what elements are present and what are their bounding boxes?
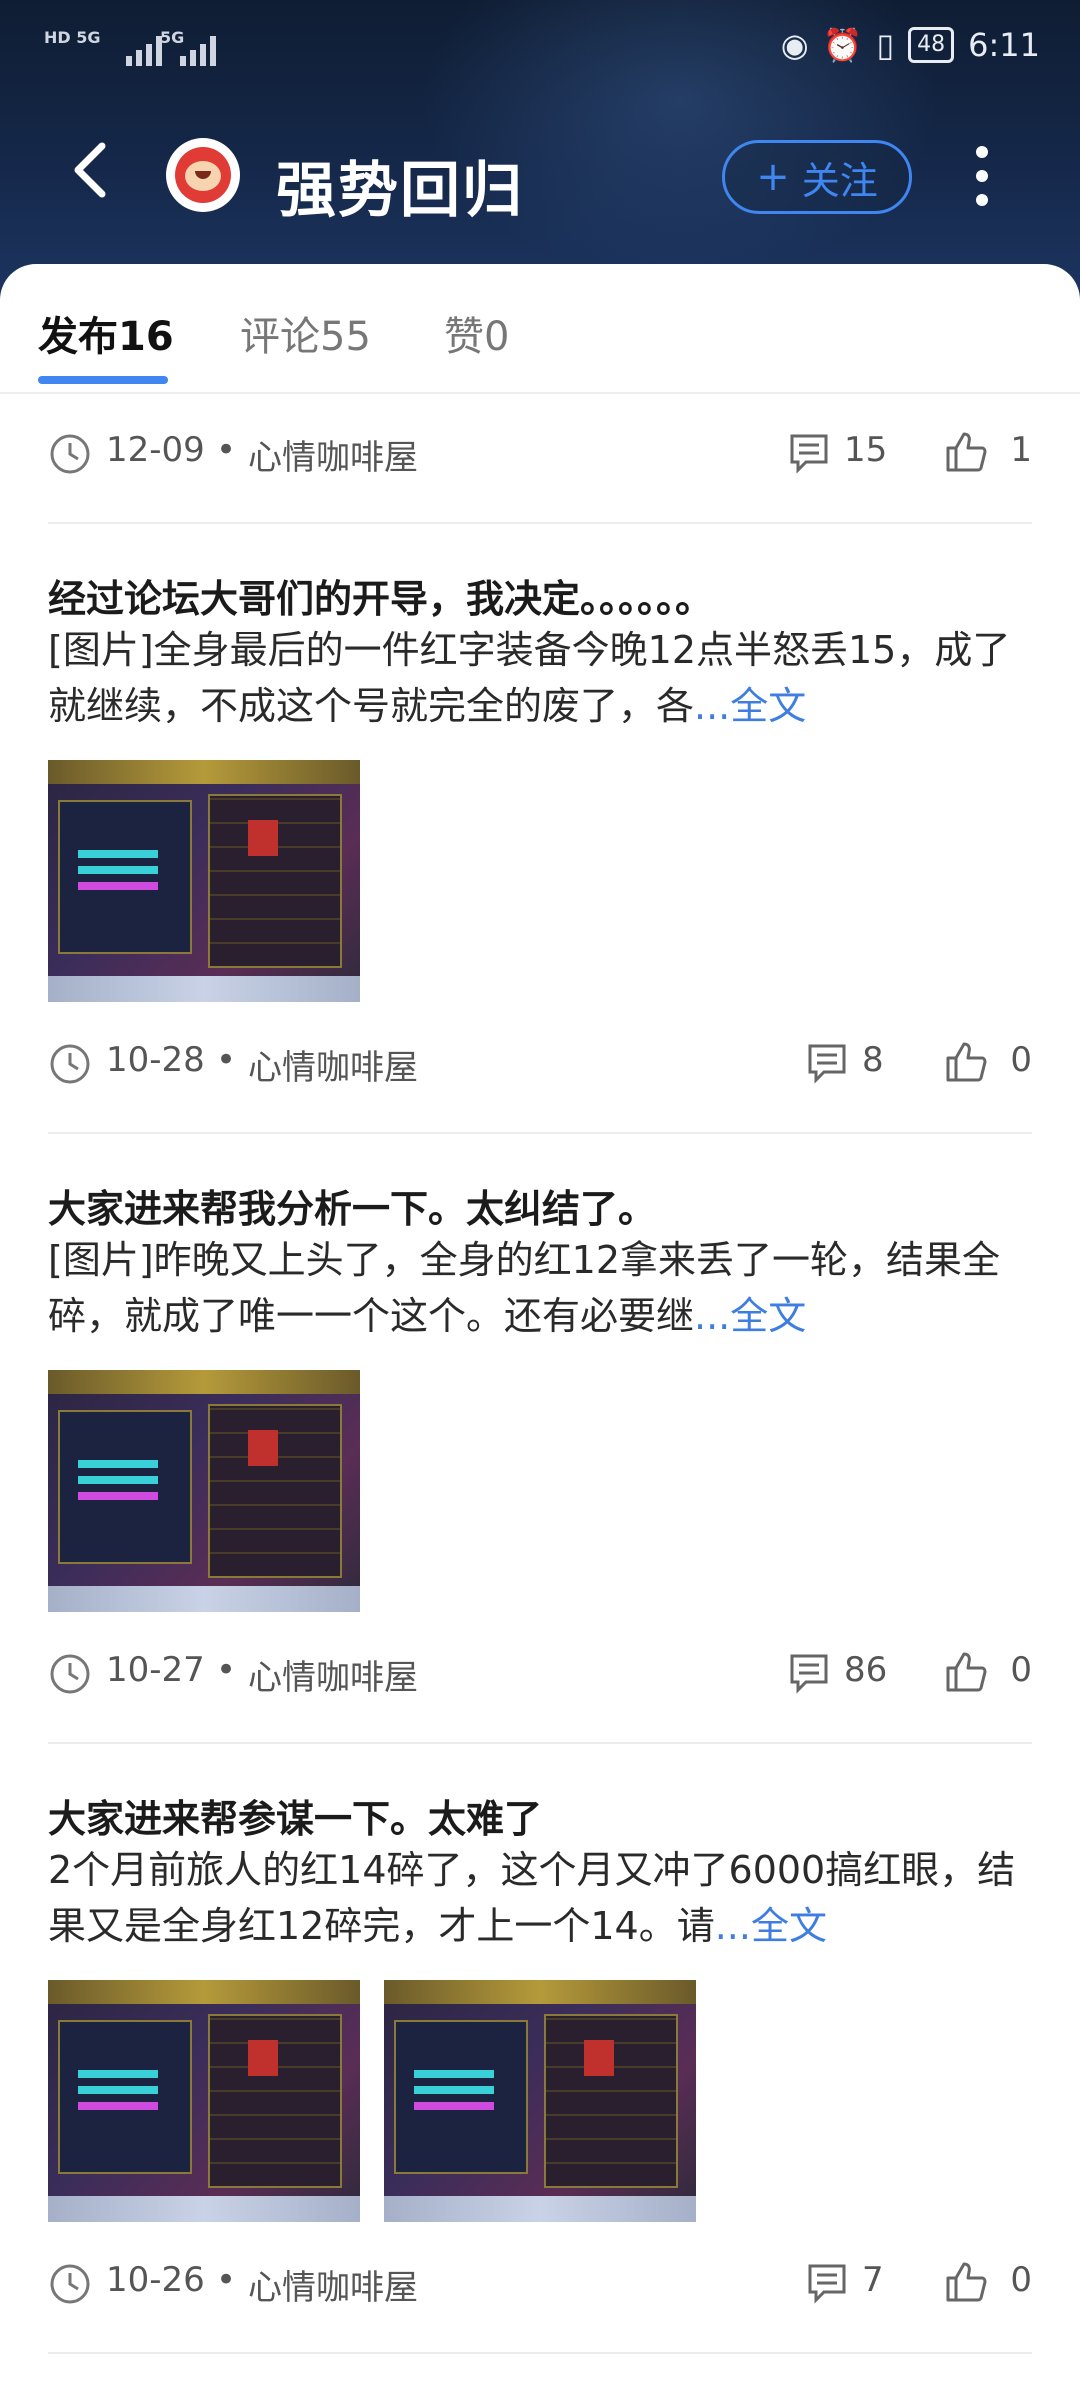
clock-icon xyxy=(50,1654,90,1694)
thumbs-up-icon[interactable] xyxy=(944,1040,988,1084)
read-more-link[interactable]: ...全文 xyxy=(694,684,806,728)
post-excerpt: [图片]昨晚又上头了，全身的红12拿来丢了一轮，结果全碎，就成了唯一一个这个。还… xyxy=(48,1238,1001,1338)
status-bar: HD 5G 5G ◉ ⏰ ▯ 48 6:11 xyxy=(0,0,1080,96)
forum-name[interactable]: 心情咖啡屋 xyxy=(248,1650,418,1699)
avatar-face-icon xyxy=(175,147,231,203)
post-body[interactable]: [图片]全身最后的一件红字装备今晚12点半怒丢15，成了就继续，不成这个号就完全… xyxy=(48,622,1038,734)
tab-comments[interactable]: 评论55 xyxy=(240,304,371,362)
post-excerpt: 2个月前旅人的红14碎了，这个月又冲了6000搞红眼，结果又是全身红12碎完，才… xyxy=(48,1848,1016,1948)
tab-indicator xyxy=(38,376,168,384)
eye-icon: ◉ xyxy=(780,26,809,64)
separator-dot: • xyxy=(216,430,237,470)
post-meta: 10-26 • 心情咖啡屋 7 0 xyxy=(48,2252,1032,2312)
comment-count: 8 xyxy=(862,1040,884,1080)
post-meta: 10-27 • 心情咖啡屋 86 0 xyxy=(48,1642,1032,1702)
post-date: 10-26 xyxy=(106,2260,205,2300)
post-image[interactable] xyxy=(48,1980,360,2222)
signal-bars-1-icon xyxy=(126,30,162,66)
clock-icon xyxy=(50,2264,90,2304)
avatar[interactable] xyxy=(166,138,240,212)
divider xyxy=(48,1742,1032,1744)
post-date: 12-09 xyxy=(106,430,205,470)
comment-icon[interactable] xyxy=(788,1652,830,1694)
post-image[interactable] xyxy=(384,1980,696,2222)
vibrate-icon: ▯ xyxy=(876,26,895,64)
profile-header: HD 5G 5G ◉ ⏰ ▯ 48 6:11 强势回归 + 关注 xyxy=(0,0,1080,300)
comment-count: 86 xyxy=(844,1650,888,1690)
plus-icon: + xyxy=(756,154,790,200)
thumbs-up-icon[interactable] xyxy=(944,1650,988,1694)
post-image[interactable] xyxy=(48,1370,360,1612)
post-body[interactable]: [图片]昨晚又上头了，全身的红12拿来丢了一轮，结果全碎，就成了唯一一个这个。还… xyxy=(48,1232,1038,1344)
separator-dot: • xyxy=(216,2260,237,2300)
forum-name[interactable]: 心情咖啡屋 xyxy=(248,430,418,479)
post-meta: 12-09 • 心情咖啡屋 15 1 xyxy=(48,422,1032,482)
post-title[interactable]: 大家进来帮参谋一下。太难了 xyxy=(48,1788,1038,1843)
like-count: 0 xyxy=(1010,2260,1032,2300)
post-meta: 10-28 • 心情咖啡屋 8 0 xyxy=(48,1032,1032,1092)
comment-icon[interactable] xyxy=(806,1042,848,1084)
comment-count: 7 xyxy=(862,2260,884,2300)
clock-icon xyxy=(50,1044,90,1084)
follow-label: 关注 xyxy=(801,158,878,203)
like-count: 0 xyxy=(1010,1040,1032,1080)
tab-likes[interactable]: 赞0 xyxy=(444,304,509,362)
post-image[interactable] xyxy=(48,760,360,1002)
alarm-icon: ⏰ xyxy=(822,26,863,64)
follow-button[interactable]: + 关注 xyxy=(722,140,912,214)
divider xyxy=(48,2352,1032,2354)
divider xyxy=(48,522,1032,524)
more-menu-icon[interactable] xyxy=(976,146,990,206)
status-right: ◉ ⏰ ▯ 48 6:11 xyxy=(781,26,1040,64)
forum-name[interactable]: 心情咖啡屋 xyxy=(248,1040,418,1089)
post-date: 10-27 xyxy=(106,1650,205,1690)
clock-icon xyxy=(50,434,90,474)
post-body[interactable]: 2个月前旅人的红14碎了，这个月又冲了6000搞红眼，结果又是全身红12碎完，才… xyxy=(48,1842,1038,1954)
page-title: 强势回归 xyxy=(276,156,524,226)
post-title[interactable]: 经过论坛大哥们的开导，我决定。。。。。。 xyxy=(48,568,1038,623)
read-more-link[interactable]: ...全文 xyxy=(715,1904,827,1948)
read-more-link[interactable]: ...全文 xyxy=(694,1294,806,1338)
comment-icon[interactable] xyxy=(806,2262,848,2304)
tab-bar: 发布16 评论55 赞0 xyxy=(0,264,1080,394)
post-excerpt: [图片]全身最后的一件红字装备今晚12点半怒丢15，成了就继续，不成这个号就完全… xyxy=(48,628,1011,728)
post-title[interactable]: 大家进来帮我分析一下。太纠结了。 xyxy=(48,1178,1038,1233)
divider xyxy=(48,1132,1032,1134)
post-date: 10-28 xyxy=(106,1040,205,1080)
separator-dot: • xyxy=(216,1650,237,1690)
forum-name[interactable]: 心情咖啡屋 xyxy=(248,2260,418,2309)
signal-label-1: HD 5G xyxy=(44,28,101,47)
comment-icon[interactable] xyxy=(788,432,830,474)
battery-icon: 48 xyxy=(908,27,955,63)
like-count: 1 xyxy=(1010,430,1032,470)
thumbs-up-icon[interactable] xyxy=(944,430,988,474)
comment-count: 15 xyxy=(844,430,888,470)
separator-dot: • xyxy=(216,1040,237,1080)
clock-time: 6:11 xyxy=(968,26,1040,64)
back-arrow-icon[interactable] xyxy=(70,140,110,200)
tab-posts[interactable]: 发布16 xyxy=(38,304,174,362)
signal-bars-2-icon xyxy=(180,30,216,66)
thumbs-up-icon[interactable] xyxy=(944,2260,988,2304)
like-count: 0 xyxy=(1010,1650,1032,1690)
